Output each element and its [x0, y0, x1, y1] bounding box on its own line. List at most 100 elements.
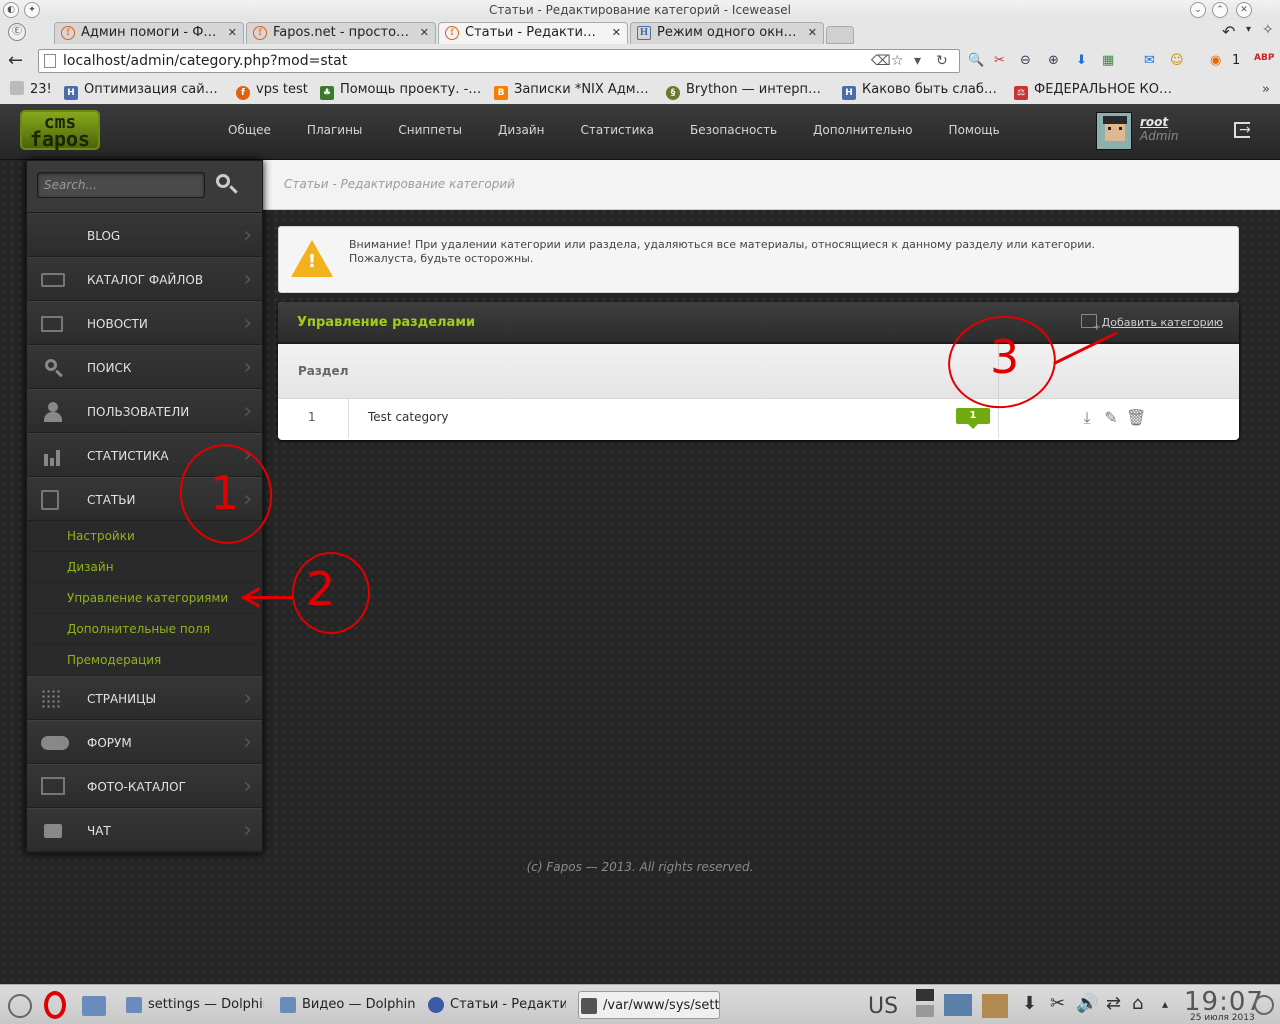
- download-icon[interactable]: ⬇: [1076, 53, 1087, 68]
- rss-icon[interactable]: ◉: [1210, 53, 1221, 68]
- desktop-1-icon[interactable]: [916, 989, 934, 1001]
- mail-icon[interactable]: ✉: [1144, 53, 1155, 68]
- category-name[interactable]: Test category: [368, 399, 448, 435]
- clipboard-icon[interactable]: [982, 994, 1008, 1018]
- chevron-up-icon[interactable]: ▴: [1162, 997, 1168, 1011]
- zoom-out-icon[interactable]: ⊖: [1020, 53, 1031, 68]
- scissors-icon[interactable]: ✂: [1050, 993, 1065, 1014]
- logout-icon[interactable]: →: [1234, 122, 1251, 138]
- cms-logo[interactable]: cms fapos: [20, 110, 100, 150]
- sidebar-item-users[interactable]: ПОЛЬЗОВАТЕЛИ ›: [27, 389, 262, 433]
- close-icon[interactable]: ✕: [420, 23, 429, 43]
- nav-additional[interactable]: Дополнительно: [795, 104, 931, 160]
- download-icon[interactable]: ⬇: [1022, 993, 1037, 1014]
- bookmark-item[interactable]: ⚖ ФЕДЕРАЛЬНОЕ КО…: [1014, 81, 1172, 100]
- keyboard-layout[interactable]: US: [868, 994, 898, 1019]
- desktop-2-icon[interactable]: [916, 1005, 934, 1017]
- nav-help[interactable]: Помощь: [931, 104, 1018, 160]
- trash-icon[interactable]: 🗑: [1126, 409, 1146, 427]
- nav-general[interactable]: Общее: [210, 104, 289, 160]
- close-icon[interactable]: ✕: [808, 23, 817, 43]
- user-name-link[interactable]: root: [1140, 115, 1168, 129]
- opera-icon[interactable]: [44, 991, 66, 1019]
- zoom-in-icon[interactable]: ⊕: [1048, 53, 1059, 68]
- nav-design[interactable]: Дизайн: [480, 104, 563, 160]
- addon-grid-icon[interactable]: ▦: [1102, 53, 1114, 68]
- bookmark-item[interactable]: 23!: [10, 81, 52, 99]
- search-input[interactable]: [37, 172, 205, 198]
- tab-1[interactable]: f Fapos.net - просто… ✕: [246, 22, 436, 44]
- undo-icon[interactable]: ↶: [1222, 22, 1235, 41]
- close-window-icon[interactable]: ✕: [1236, 2, 1252, 18]
- sidebar-item-chat[interactable]: ЧАТ ›: [27, 808, 262, 852]
- dropdown-icon[interactable]: ▾: [914, 53, 921, 69]
- add-folder-icon[interactable]: [1081, 314, 1101, 333]
- submenu-item-premoderation[interactable]: Премодерация: [27, 645, 262, 676]
- sidebar-item-blog[interactable]: BLOG ›: [27, 213, 262, 257]
- nav-plugins[interactable]: Плагины: [289, 104, 380, 160]
- pin-icon[interactable]: ✦: [24, 2, 40, 18]
- sidebar-item-search[interactable]: ПОИСК ›: [27, 345, 262, 389]
- sidebar-item-files[interactable]: КАТАЛОГ ФАЙЛОВ ›: [27, 257, 262, 301]
- nav-security[interactable]: Безопасность: [672, 104, 795, 160]
- back-icon[interactable]: ←: [8, 50, 23, 71]
- sidebar-item-articles[interactable]: СТАТЬИ ›: [27, 477, 262, 521]
- bookmark-item[interactable]: f vps test: [236, 81, 308, 100]
- tools-icon[interactable]: ✂: [994, 53, 1005, 68]
- tab-0[interactable]: f Админ помоги - Ф… ✕: [54, 22, 244, 44]
- task-editor[interactable]: /var/www/sys/sett: [578, 991, 720, 1019]
- submenu-item-design[interactable]: Дизайн: [27, 552, 262, 583]
- submenu-item-settings[interactable]: Настройки: [27, 521, 262, 552]
- cashew-icon[interactable]: [1254, 995, 1274, 1015]
- adblock-icon[interactable]: ABP: [1254, 53, 1274, 63]
- screen-icon[interactable]: [944, 994, 972, 1016]
- notification-count: 1: [1232, 53, 1241, 68]
- kde-menu-icon[interactable]: [8, 994, 32, 1018]
- new-tab-button[interactable]: [826, 26, 854, 44]
- clear-icon[interactable]: ⌫: [871, 53, 891, 69]
- task-browser[interactable]: Статьи - Редактир: [426, 991, 566, 1019]
- network-icon[interactable]: ⇄: [1106, 993, 1121, 1014]
- close-icon[interactable]: ✕: [228, 23, 237, 43]
- bookmark-item[interactable]: H Каково быть слаб…: [842, 81, 997, 100]
- url-input[interactable]: [63, 52, 883, 70]
- task-settings-dolphin[interactable]: settings — Dolphin: [124, 991, 264, 1019]
- submenu-item-categories[interactable]: Управление категориями: [27, 583, 262, 614]
- sidebar-item-pages[interactable]: СТРАНИЦЫ ›: [27, 676, 262, 720]
- battery-icon[interactable]: ⌂: [1132, 993, 1143, 1014]
- bookmark-item[interactable]: H Оптимизация сай…: [64, 81, 218, 100]
- sidebar-item-statistics[interactable]: СТАТИСТИКА ›: [27, 433, 262, 477]
- nav-snippets[interactable]: Сниппеты: [380, 104, 480, 160]
- volume-icon[interactable]: 🔊: [1076, 993, 1098, 1014]
- tab-3[interactable]: H Режим одного окн… ✕: [630, 22, 824, 44]
- addon-icon[interactable]: ✧: [1262, 22, 1274, 38]
- submenu-item-extra-fields[interactable]: Дополнительные поля: [27, 614, 262, 645]
- edit-pencil-icon[interactable]: ✎: [1102, 409, 1120, 427]
- sidebar-item-forum[interactable]: ФОРУМ ›: [27, 720, 262, 764]
- maximize-icon[interactable]: ⌃: [1212, 2, 1228, 18]
- face-icon[interactable]: ☺: [1170, 53, 1184, 68]
- bookmark-item[interactable]: B Записки *NIX Адм…: [494, 81, 649, 100]
- chevron-down-icon[interactable]: ▾: [1246, 24, 1251, 35]
- tab-2[interactable]: f Статьи - Редакти… ✕: [438, 22, 628, 44]
- minimize-icon[interactable]: ⌄: [1190, 2, 1206, 18]
- bookmark-item[interactable]: ♣ Помощь проекту. -…: [320, 81, 481, 100]
- sidebar-item-news[interactable]: НОВОСТИ ›: [27, 301, 262, 345]
- sidebar-item-photos[interactable]: ФОТО-КАТАЛОГ ›: [27, 764, 262, 808]
- bookmark-item[interactable]: § Brython — интерп…: [666, 81, 821, 100]
- reload-icon[interactable]: ↻: [936, 53, 948, 69]
- nav-statistics[interactable]: Статистика: [563, 104, 673, 160]
- search-icon[interactable]: 🔍: [968, 53, 984, 68]
- firefox-menu-icon[interactable]: Ⓔ: [8, 23, 26, 41]
- add-category-link[interactable]: Добавить категорию: [1102, 316, 1223, 329]
- search-icon[interactable]: [213, 172, 241, 200]
- avatar[interactable]: [1096, 112, 1132, 150]
- close-icon[interactable]: ✕: [612, 23, 621, 43]
- move-down-icon[interactable]: ⤓: [1078, 409, 1096, 427]
- task-video-dolphin[interactable]: Видео — Dolphin: [278, 991, 418, 1019]
- window-menu-icon[interactable]: ◐: [3, 2, 19, 18]
- bookmarks-bar: 23! H Оптимизация сай… f vps test ♣ Помощь …: [0, 78, 1280, 102]
- folder-icon[interactable]: [82, 996, 106, 1016]
- bookmark-star-icon[interactable]: ☆: [891, 53, 904, 69]
- more-bookmarks-icon[interactable]: »: [1262, 81, 1270, 99]
